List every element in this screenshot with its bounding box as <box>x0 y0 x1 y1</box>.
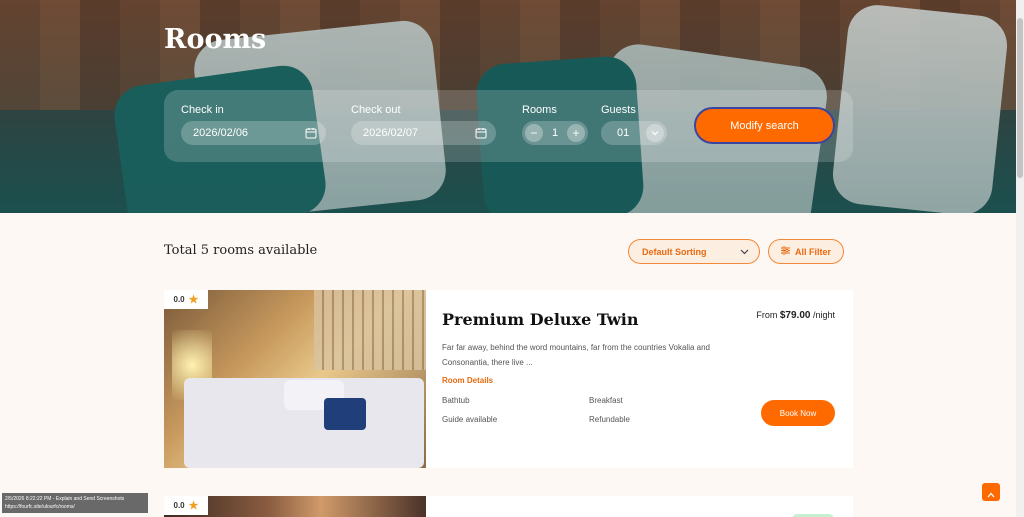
room-card: 0.0 ★ Premium Deluxe Twin From $79.00 /n… <box>164 290 853 468</box>
room-image-cushion <box>324 398 366 430</box>
page-title: Rooms <box>164 24 267 55</box>
star-icon: ★ <box>188 294 199 306</box>
rating-badge: 0.0 ★ <box>164 496 208 515</box>
check-out-value: 2026/02/07 <box>363 127 419 139</box>
scrollbar-thumb[interactable] <box>1017 18 1023 178</box>
price-suffix: /night <box>812 310 835 320</box>
hero-banner: Rooms Check in 2026/02/06 Check out 2026… <box>0 0 1016 213</box>
search-panel: Check in 2026/02/06 Check out 2026/02/07… <box>164 90 853 162</box>
rooms-increment-button[interactable]: + <box>567 124 585 142</box>
status-tooltip-line: 2/5/2026 8:22:22 PM - Explain and Send S… <box>5 496 125 502</box>
rating-value: 0.0 <box>173 295 185 304</box>
amenity-item: Refundable <box>589 415 630 424</box>
rooms-label: Rooms <box>522 104 557 116</box>
check-in-label: Check in <box>181 104 224 116</box>
modify-search-button[interactable]: Modify search <box>694 107 835 144</box>
total-rooms-text: Total 5 rooms available <box>164 243 318 258</box>
room-card: 0.0 ★ <box>164 496 853 517</box>
rating-badge: 0.0 ★ <box>164 290 208 309</box>
rooms-value: 1 <box>551 127 559 139</box>
room-details-heading: Room Details <box>442 376 494 385</box>
rating-value: 0.0 <box>173 501 185 510</box>
check-out-field[interactable]: 2026/02/07 <box>351 121 496 145</box>
amenity-item: Guide available <box>442 415 498 424</box>
rooms-decrement-button[interactable]: − <box>525 124 543 142</box>
room-image[interactable]: 0.0 ★ <box>164 290 426 468</box>
all-filter-button[interactable]: All Filter <box>768 239 844 264</box>
amenity-item: Bathtub <box>442 396 470 405</box>
filter-icon <box>780 246 790 257</box>
back-to-top-button[interactable] <box>982 483 1000 501</box>
sort-select[interactable]: Default Sorting <box>628 239 760 264</box>
guests-label: Guests <box>601 104 636 116</box>
all-filter-label: All Filter <box>794 246 831 257</box>
status-tooltip-url: https://fourfc.site/ulourfc/rooms/ <box>5 504 75 510</box>
calendar-icon <box>475 127 487 139</box>
book-now-button[interactable]: Book Now <box>761 400 835 426</box>
guests-select[interactable]: 01 <box>601 121 667 145</box>
status-tooltip: 2/5/2026 8:22:22 PM - Explain and Send S… <box>2 493 148 513</box>
calendar-icon <box>305 127 317 139</box>
guests-value: 01 <box>617 127 630 139</box>
sort-selected-value: Default Sorting <box>642 246 707 257</box>
check-in-field[interactable]: 2026/02/06 <box>181 121 326 145</box>
room-image-window <box>314 290 426 370</box>
price-prefix: From <box>756 310 778 320</box>
star-icon: ★ <box>188 500 199 512</box>
page-scrollbar[interactable] <box>1016 0 1024 517</box>
check-out-label: Check out <box>351 104 401 116</box>
chevron-down-icon <box>646 124 664 142</box>
room-price: From $79.00 /night <box>756 310 835 321</box>
amenity-item: Breakfast <box>589 396 623 405</box>
price-value: $79.00 <box>779 310 811 321</box>
room-title[interactable]: Premium Deluxe Twin <box>442 310 638 329</box>
check-in-value: 2026/02/06 <box>193 127 249 139</box>
rooms-stepper: − 1 + <box>522 121 588 145</box>
room-description: Far far away, behind the word mountains,… <box>442 343 710 367</box>
chevron-up-icon <box>987 483 995 502</box>
room-image[interactable]: 0.0 ★ <box>164 496 426 517</box>
chevron-down-icon <box>740 247 749 257</box>
